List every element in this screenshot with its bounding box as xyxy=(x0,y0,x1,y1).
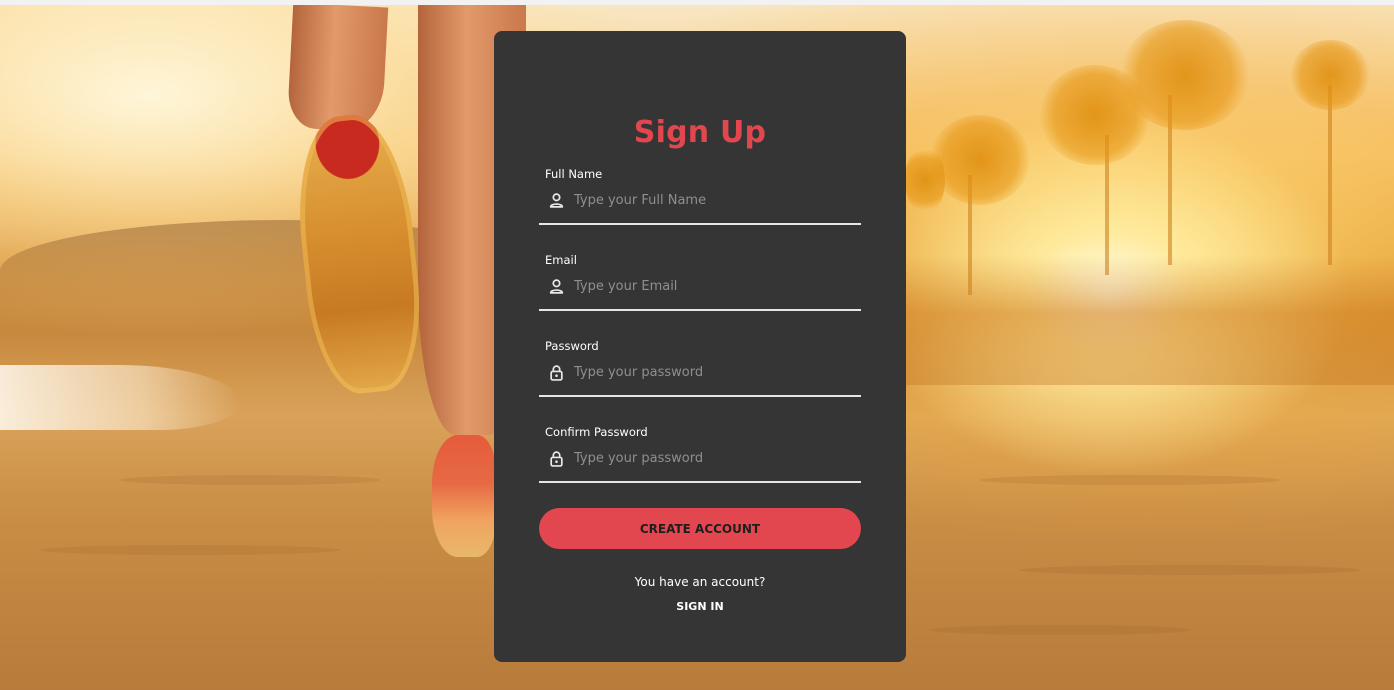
full-name-input[interactable] xyxy=(574,187,854,213)
full-name-label: Full Name xyxy=(545,167,603,181)
page-title: Sign Up xyxy=(633,115,767,150)
signup-card: Sign Up Full Name Email Pass xyxy=(494,31,906,662)
password-label: Password xyxy=(545,339,599,353)
user-icon xyxy=(549,193,564,208)
email-input[interactable] xyxy=(574,273,854,299)
sand-ripple xyxy=(1020,565,1360,575)
sand-ripple xyxy=(930,625,1190,635)
have-account-text: You have an account? xyxy=(634,575,766,589)
background-treeline xyxy=(905,255,1394,385)
runner-right-shoe xyxy=(432,435,496,557)
sand-ripple xyxy=(40,545,340,555)
palm-crown xyxy=(1290,40,1370,110)
confirm-password-row xyxy=(539,445,861,483)
email-label: Email xyxy=(545,253,577,267)
confirm-password-input[interactable] xyxy=(574,445,854,471)
create-account-button[interactable]: CREATE ACCOUNT xyxy=(539,508,861,549)
full-name-row xyxy=(539,187,861,225)
page: Sign Up Full Name Email Pass xyxy=(0,0,1394,690)
lock-icon xyxy=(550,365,563,381)
sand-ripple xyxy=(120,475,380,485)
user-icon xyxy=(549,279,564,294)
sign-in-link[interactable]: SIGN IN xyxy=(650,600,750,613)
palm-trunk xyxy=(1328,85,1332,265)
palm-crown xyxy=(905,145,945,215)
password-input[interactable] xyxy=(574,359,854,385)
password-row xyxy=(539,359,861,397)
lock-icon xyxy=(550,451,563,467)
confirm-password-label: Confirm Password xyxy=(545,425,648,439)
sand-ripple xyxy=(980,475,1280,485)
palm-crown xyxy=(1040,65,1150,165)
background-water xyxy=(0,365,240,430)
palm-crown xyxy=(930,115,1030,205)
email-row xyxy=(539,273,861,311)
runner-left-leg xyxy=(286,5,389,133)
